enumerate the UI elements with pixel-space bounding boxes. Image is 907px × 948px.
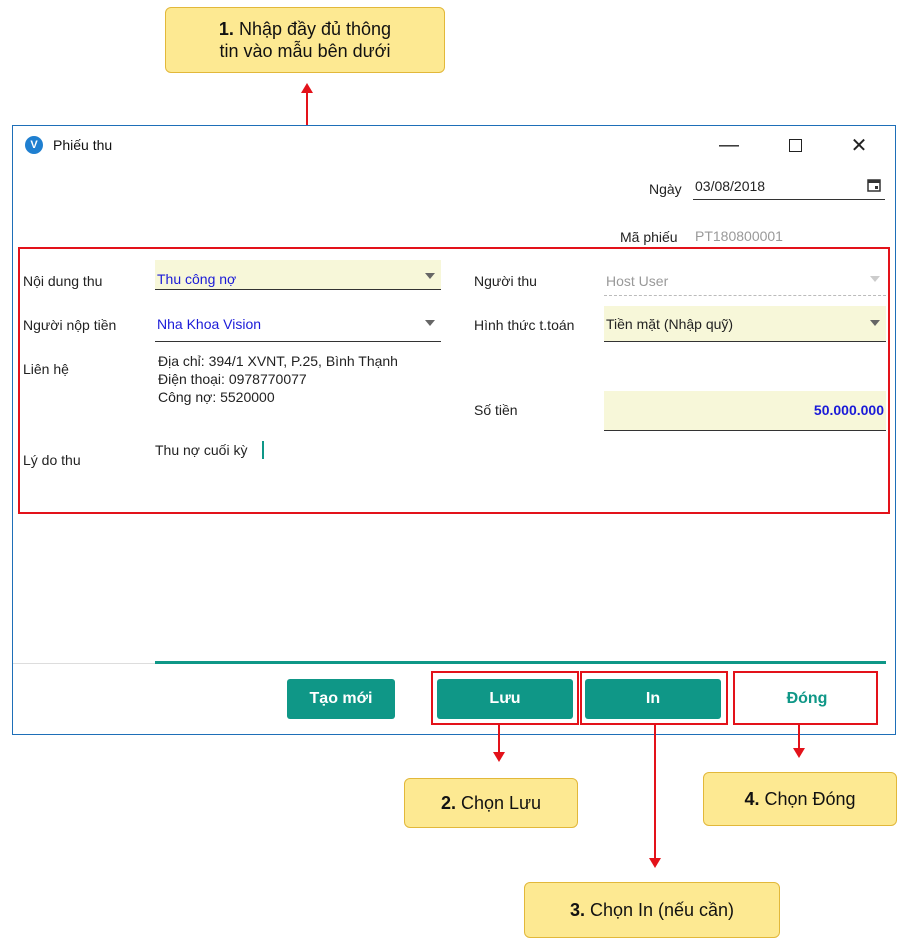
callout-step-2-text: Chọn Lưu [455,792,542,813]
callout-step-1: 1. Nhập đầy đủ thông tin vào mẫu bên dướ… [165,7,445,73]
callout-step-1-number: 1. [218,18,234,39]
date-field[interactable]: 03/08/2018 [693,170,885,200]
calendar-icon[interactable] [867,178,881,192]
maximize-icon[interactable] [775,130,815,160]
save-highlight-box [431,671,579,725]
arrow-down-icon [649,858,661,868]
callout-step-4: 4. Chọn Đóng [703,772,897,826]
callout-step-1-line1: Nhập đầy đủ thông [233,18,392,39]
new-button[interactable]: Tạo mới [287,679,395,719]
date-value: 03/08/2018 [695,178,766,194]
arrow-down-icon [793,748,805,758]
callout-step-2: 2. Chọn Lưu [404,778,578,828]
left-divider [13,663,155,664]
window-title: Phiếu thu [53,137,113,153]
title-bar: V Phiếu thu — ✕ [13,126,895,164]
progress-line [155,661,886,664]
voucher-value: PT180800001 [695,228,783,244]
arrow-line-step-4 [798,725,800,749]
callout-step-3-number: 3. [569,899,585,920]
callout-step-4-text: Chọn Đóng [759,788,856,809]
arrow-line-step-2 [498,725,500,753]
date-label: Ngày [649,181,682,197]
close-icon[interactable]: ✕ [839,130,879,160]
minimize-icon[interactable]: — [709,130,749,160]
callout-step-3: 3. Chọn In (nếu cần) [524,882,780,938]
callout-step-1-line2: tin vào mẫu bên dưới [219,41,391,61]
callout-step-4-number: 4. [744,788,760,809]
callout-step-3-text: Chọn In (nếu cần) [584,899,735,920]
app-logo-icon: V [25,136,43,154]
callout-step-2-number: 2. [440,792,456,813]
print-highlight-box [580,671,728,725]
voucher-label: Mã phiếu [620,229,678,245]
form-highlight-box [18,247,890,514]
voucher-field: PT180800001 [693,219,885,249]
arrow-down-icon [493,752,505,762]
arrow-line-step-3 [654,725,656,860]
close-highlight-box [733,671,878,725]
